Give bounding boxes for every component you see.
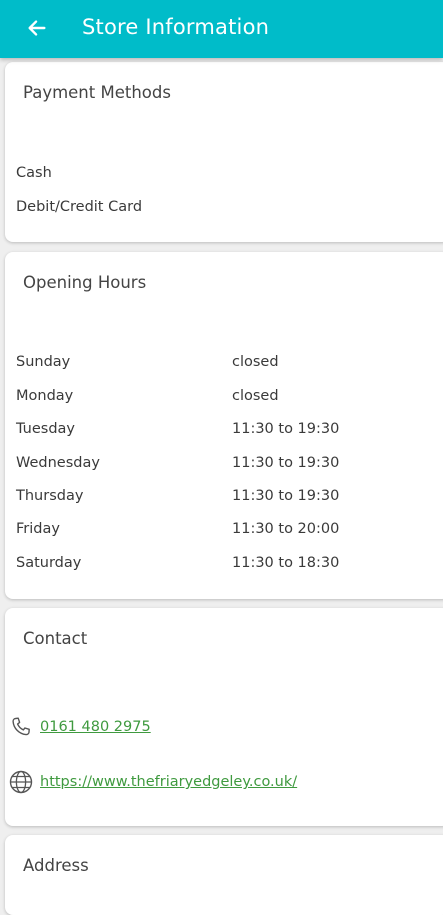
contact-title: Contact — [23, 629, 88, 648]
hours-day-saturday: Saturday — [16, 555, 82, 571]
phone-link[interactable]: 0161 480 2975 — [40, 717, 151, 737]
hours-day-thursday: Thursday — [16, 488, 84, 504]
payment-methods-card: Payment Methods Cash Debit/Credit Card — [5, 62, 443, 242]
back-button[interactable] — [22, 13, 52, 43]
address-card: Address — [5, 835, 443, 915]
arrow-left-icon — [28, 20, 46, 36]
hours-time-monday: closed — [232, 388, 279, 404]
opening-hours-card: Opening Hours Sunday closed Monday close… — [5, 252, 443, 599]
hours-day-wednesday: Wednesday — [16, 455, 100, 471]
hours-day-monday: Monday — [16, 388, 74, 404]
hours-time-sunday: closed — [232, 354, 279, 370]
payment-methods-title: Payment Methods — [23, 83, 171, 102]
page-title: Store Information — [82, 15, 270, 39]
globe-icon — [8, 769, 34, 795]
hours-day-friday: Friday — [16, 521, 60, 537]
hours-time-friday: 11:30 to 20:00 — [232, 521, 340, 537]
payment-method-item: Debit/Credit Card — [16, 199, 143, 215]
hours-day-tuesday: Tuesday — [16, 421, 75, 437]
opening-hours-title: Opening Hours — [23, 273, 147, 292]
hours-time-thursday: 11:30 to 19:30 — [232, 488, 340, 504]
hours-time-wednesday: 11:30 to 19:30 — [232, 455, 340, 471]
hours-time-saturday: 11:30 to 18:30 — [232, 555, 340, 571]
address-title: Address — [23, 856, 89, 875]
contact-card: Contact 0161 480 2975 https://www.thefri… — [5, 608, 443, 826]
app-bar: Store Information — [0, 0, 443, 58]
payment-method-item: Cash — [16, 165, 52, 181]
website-link[interactable]: https://www.thefriaryedgeley.co.uk/ — [40, 772, 297, 792]
phone-icon — [8, 714, 34, 740]
hours-time-tuesday: 11:30 to 19:30 — [232, 421, 340, 437]
hours-day-sunday: Sunday — [16, 354, 71, 370]
